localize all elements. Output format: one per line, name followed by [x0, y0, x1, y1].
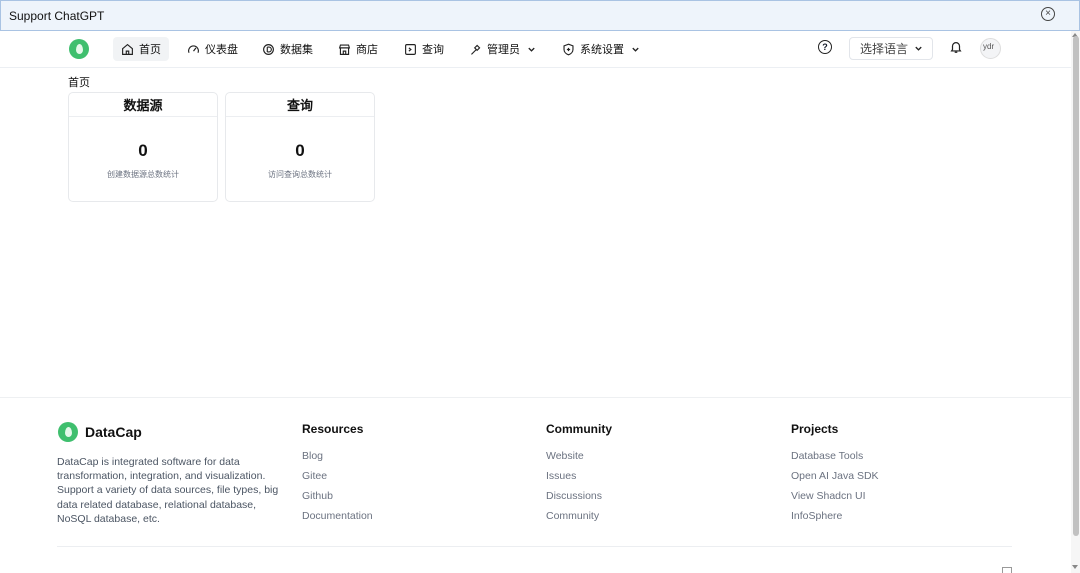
footer-link-database-tools[interactable]: Database Tools: [791, 449, 879, 469]
nav-label-settings: 系统设置: [580, 44, 624, 56]
card-value: 0: [138, 141, 148, 160]
footer-description: DataCap is integrated software for data …: [57, 456, 279, 525]
close-icon[interactable]: ×: [1041, 7, 1055, 21]
footer-link-shadcn-ui[interactable]: View Shadcn UI: [791, 489, 879, 509]
card-description: 访问查询总数统计: [268, 170, 332, 179]
footer-link-issues[interactable]: Issues: [546, 469, 612, 489]
hammer-icon: [471, 44, 481, 55]
gauge-icon: [188, 44, 199, 53]
nav-item-admin[interactable]: 管理员: [461, 37, 544, 61]
support-banner: Support ChatGPT ×: [0, 0, 1080, 31]
footer-link-gitee[interactable]: Gitee: [302, 469, 373, 489]
footer-link-github[interactable]: Github: [302, 489, 373, 509]
footer-column-title: Resources: [302, 422, 364, 436]
breadcrumb: 首页: [68, 77, 90, 89]
nav-item-dataset[interactable]: 数据集: [254, 37, 321, 61]
avatar[interactable]: ydr: [980, 38, 1001, 59]
footer-link-community[interactable]: Community: [546, 509, 612, 529]
nav-label-dataset: 数据集: [280, 44, 313, 56]
footer-column-title: Community: [546, 422, 612, 436]
language-select[interactable]: 选择语言: [849, 37, 933, 60]
footer-column-projects: Projects Database Tools Open AI Java SDK…: [791, 422, 879, 529]
datacap-logo[interactable]: [69, 39, 89, 59]
footer-column-community: Community Website Issues Discussions Com…: [546, 422, 612, 529]
footer-link-documentation[interactable]: Documentation: [302, 509, 373, 529]
theme-toggle-icon[interactable]: [1002, 567, 1012, 573]
language-select-label: 选择语言: [860, 42, 909, 56]
stat-card-query: 查询 0 访问查询总数统计: [225, 92, 375, 202]
nav-item-home[interactable]: 首页: [113, 37, 169, 61]
nav-label-query: 查询: [422, 44, 444, 56]
footer-link-discussions[interactable]: Discussions: [546, 489, 612, 509]
terminal-icon: [405, 43, 416, 55]
scrollbar-thumb[interactable]: [1073, 36, 1079, 536]
chevron-down-icon: [915, 46, 922, 51]
help-icon[interactable]: ?: [818, 40, 832, 54]
nav-label-admin: 管理员: [487, 44, 520, 56]
chevron-down-icon: [528, 47, 535, 52]
nav-item-store[interactable]: 商店: [330, 37, 386, 61]
nav-label-home: 首页: [139, 44, 161, 56]
chevron-down-icon: [632, 47, 639, 52]
card-value: 0: [295, 141, 305, 160]
footer-column-resources: Resources Blog Gitee Github Documentatio…: [302, 422, 373, 529]
nav-item-settings[interactable]: 系统设置: [554, 37, 648, 61]
footer-logo[interactable]: [58, 422, 78, 442]
footer-brand: DataCap: [85, 424, 142, 440]
footer-link-infosphere[interactable]: InfoSphere: [791, 509, 879, 529]
card-description: 创建数据源总数统计: [107, 170, 179, 179]
nav-item-dashboard[interactable]: 仪表盘: [179, 37, 246, 61]
card-title: 数据源: [69, 93, 217, 117]
home-icon: [122, 43, 133, 55]
shield-icon: [563, 43, 574, 55]
nav-label-dashboard: 仪表盘: [205, 44, 238, 56]
bell-icon[interactable]: [949, 40, 963, 54]
footer-link-openai-sdk[interactable]: Open AI Java SDK: [791, 469, 879, 489]
banner-text: Support ChatGPT: [9, 8, 105, 23]
nav-item-query[interactable]: 查询: [396, 37, 452, 61]
stat-card-datasource: 数据源 0 创建数据源总数统计: [68, 92, 218, 202]
nav-label-store: 商店: [356, 44, 378, 56]
footer-divider: [57, 546, 1012, 547]
scroll-down-arrow-icon[interactable]: [1072, 565, 1078, 569]
footer-link-blog[interactable]: Blog: [302, 449, 373, 469]
footer-column-title: Projects: [791, 422, 839, 436]
card-title: 查询: [226, 93, 374, 117]
dataset-icon: [263, 43, 274, 55]
footer: DataCap DataCap is integrated software f…: [0, 397, 1080, 573]
footer-link-website[interactable]: Website: [546, 449, 612, 469]
top-navbar: 首页 仪表盘 数据集 商店 查询 管理员 系统设置 ? 选择语言 ydr: [0, 31, 1080, 68]
store-icon: [338, 43, 351, 55]
